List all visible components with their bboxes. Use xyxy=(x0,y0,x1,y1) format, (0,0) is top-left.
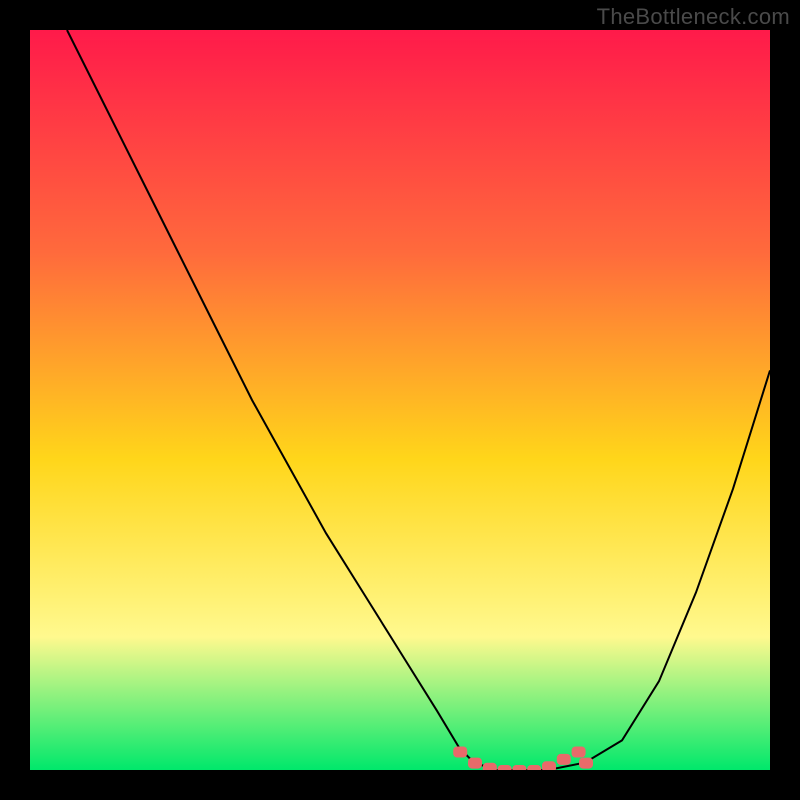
highlight-marker xyxy=(542,761,556,770)
chart-svg xyxy=(30,30,770,770)
highlight-marker xyxy=(468,758,482,769)
highlight-marker xyxy=(527,765,541,770)
plot-area xyxy=(30,30,770,770)
highlight-marker xyxy=(572,747,586,758)
highlight-marker xyxy=(453,747,467,758)
gradient-background xyxy=(30,30,770,770)
highlight-marker xyxy=(579,758,593,769)
highlight-marker xyxy=(483,763,497,770)
highlight-marker xyxy=(512,765,526,770)
highlight-marker xyxy=(498,765,512,770)
chart-frame: TheBottleneck.com xyxy=(0,0,800,800)
highlight-marker xyxy=(557,754,571,765)
watermark-text: TheBottleneck.com xyxy=(597,4,790,30)
